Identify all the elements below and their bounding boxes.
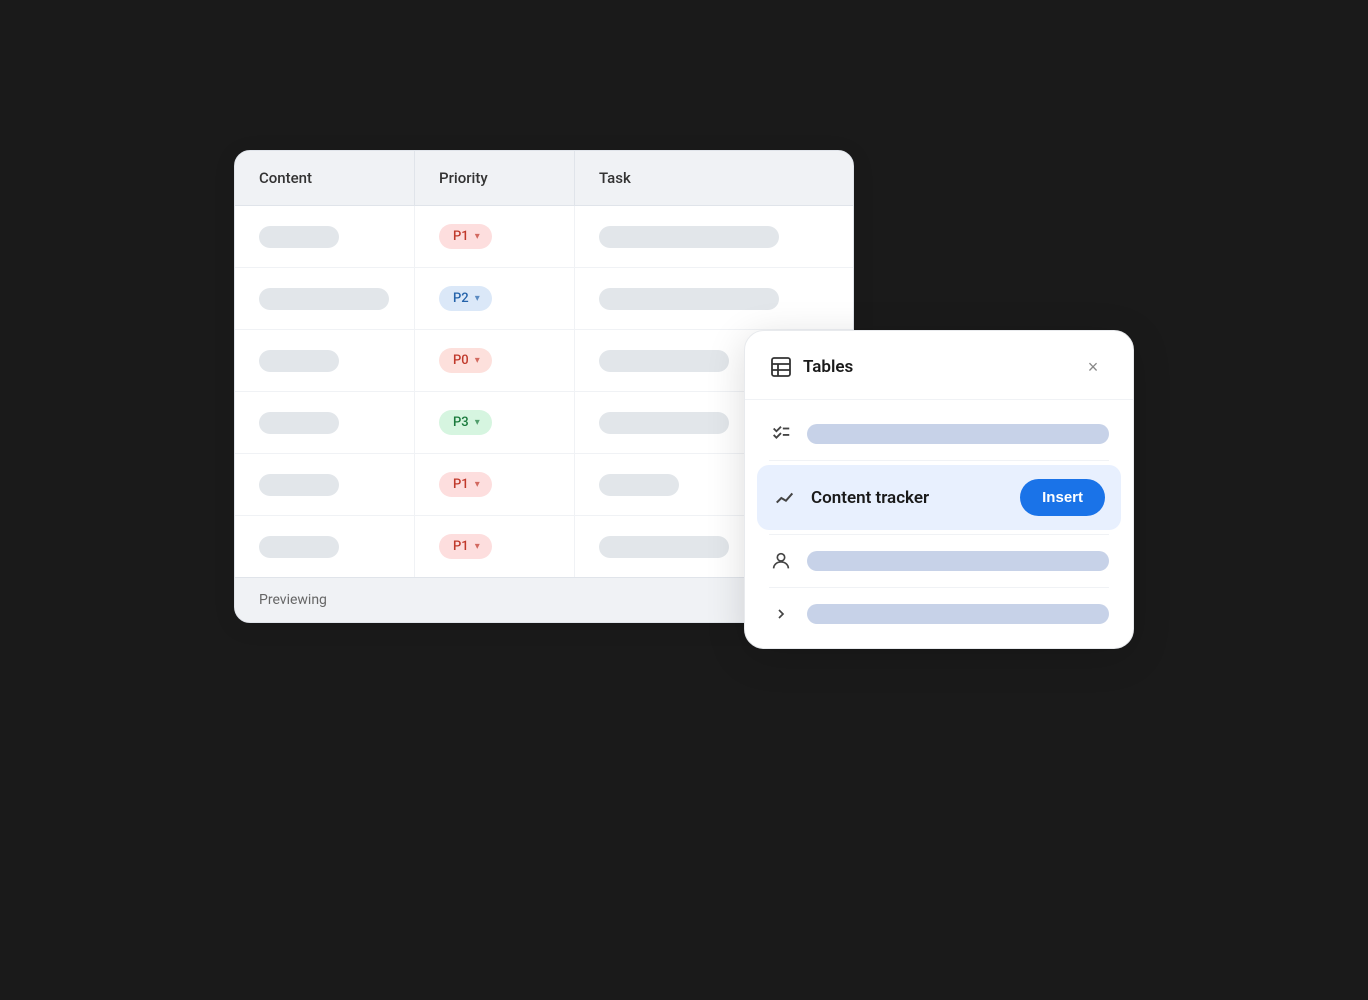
content-cell [235,516,415,577]
popup-item-content-tracker[interactable]: Content tracker Insert [757,465,1121,530]
priority-label: P2 [453,291,469,306]
content-cell [235,330,415,391]
checklist-icon [769,422,793,446]
item-label-pill [807,604,1109,624]
content-pill [259,536,339,558]
content-pill [259,412,339,434]
priority-badge-p1[interactable]: P1 ▾ [439,472,492,497]
task-pill [599,474,679,496]
person-icon [769,549,793,573]
content-pill [259,350,339,372]
content-cell [235,206,415,267]
chevron-down-icon: ▾ [475,293,480,304]
priority-cell[interactable]: P3 ▾ [415,392,575,453]
table-header: Content Priority Task [235,151,853,206]
task-cell [575,206,853,267]
content-pill [259,288,389,310]
header-task: Task [575,151,853,205]
item-label-pill [807,551,1109,571]
priority-cell[interactable]: P1 ▾ [415,516,575,577]
popup-list: Content tracker Insert [745,400,1133,648]
content-cell [235,454,415,515]
task-pill [599,288,779,310]
chevron-down-icon: ▾ [475,541,480,552]
popup-header: Tables × [745,331,1133,400]
priority-cell[interactable]: P0 ▾ [415,330,575,391]
chevron-down-icon: ▾ [475,479,480,490]
priority-cell[interactable]: P1 ▾ [415,454,575,515]
chevron-down-icon: ▾ [475,355,480,366]
chevron-down-icon: ▾ [475,417,480,428]
priority-label: P1 [453,229,469,244]
task-pill [599,226,779,248]
task-pill [599,350,729,372]
close-icon: × [1088,357,1099,378]
task-pill [599,536,729,558]
priority-label: P0 [453,353,469,368]
previewing-label: Previewing [259,592,327,608]
popup-item-person[interactable] [745,535,1133,587]
popup-title: Tables [803,357,853,377]
priority-badge-p3[interactable]: P3 ▾ [439,410,492,435]
chevron-down-icon: ▾ [475,231,480,242]
task-pill [599,412,729,434]
popup-item-checklist[interactable] [745,408,1133,460]
tables-popup: Tables × [744,330,1134,649]
table-row: P2 ▾ [235,268,853,330]
item-label-pill [807,424,1109,444]
content-cell [235,392,415,453]
header-content: Content [235,151,415,205]
header-priority: Priority [415,151,575,205]
content-cell [235,268,415,329]
priority-badge-p0[interactable]: P0 ▾ [439,348,492,373]
content-tracker-label: Content tracker [811,488,1006,508]
priority-cell[interactable]: P2 ▾ [415,268,575,329]
table-row: P1 ▾ [235,206,853,268]
close-button[interactable]: × [1077,351,1109,383]
content-pill [259,226,339,248]
priority-label: P1 [453,539,469,554]
priority-label: P1 [453,477,469,492]
priority-badge-p1[interactable]: P1 ▾ [439,224,492,249]
priority-badge-p1[interactable]: P1 ▾ [439,534,492,559]
priority-cell[interactable]: P1 ▾ [415,206,575,267]
priority-label: P3 [453,415,469,430]
insert-button[interactable]: Insert [1020,479,1105,516]
trending-icon [773,486,797,510]
popup-title-group: Tables [769,355,853,379]
task-cell [575,268,853,329]
priority-badge-p2[interactable]: P2 ▾ [439,286,492,311]
divider [769,460,1109,461]
content-pill [259,474,339,496]
popup-item-chevron[interactable] [745,588,1133,640]
tables-icon [769,355,793,379]
chevron-right-icon [769,602,793,626]
